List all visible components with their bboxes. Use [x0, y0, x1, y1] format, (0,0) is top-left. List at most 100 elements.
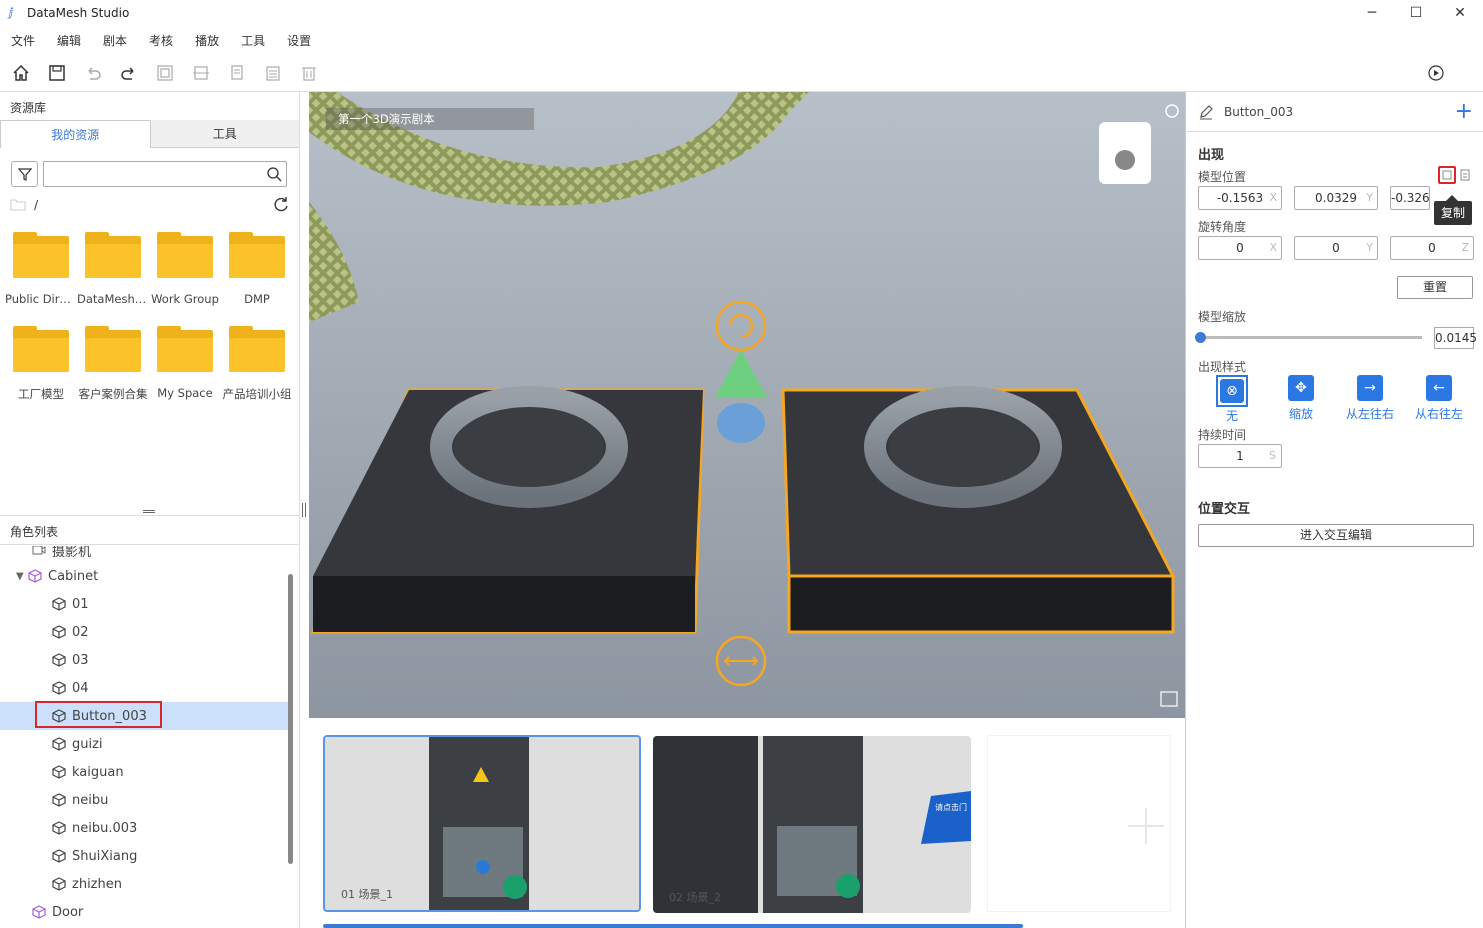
save-icon[interactable]: [46, 62, 68, 84]
group-icon[interactable]: [154, 62, 176, 84]
menu-tools[interactable]: 工具: [230, 32, 276, 49]
tab-tools[interactable]: 工具: [150, 120, 299, 148]
scene-preview-image: [653, 736, 971, 913]
tree-item-04[interactable]: 04: [0, 674, 289, 702]
home-icon[interactable]: [10, 62, 32, 84]
copy-icon[interactable]: [1438, 166, 1456, 184]
tab-my-resources[interactable]: 我的资源: [0, 120, 151, 148]
menu-play[interactable]: 播放: [184, 32, 230, 49]
position-z-field[interactable]: -0.326: [1390, 186, 1430, 210]
app-title: DataMesh Studio: [27, 6, 130, 20]
tree-item-03[interactable]: 03: [0, 646, 289, 674]
folder-item[interactable]: 产品培训小组: [221, 326, 293, 410]
appear-style-label: 出现样式: [1198, 360, 1247, 374]
paste-icon[interactable]: [1456, 166, 1474, 184]
app-logo-icon: ⅉ: [9, 6, 13, 19]
folder-item[interactable]: 客户案例合集: [77, 326, 149, 410]
search-icon[interactable]: [266, 166, 282, 182]
close-button[interactable]: ✕: [1437, 0, 1483, 26]
cube-icon: [52, 765, 66, 779]
rotation-y-value: 0: [1332, 241, 1340, 255]
scene-thumbnail-2[interactable]: 请点击门 02 场景_2: [653, 736, 971, 913]
scene-thumbnail-1[interactable]: 01 场景_1: [323, 735, 641, 912]
style-option-scale[interactable]: ✥ 缩放: [1275, 375, 1327, 422]
folder-item[interactable]: Public Dire···: [5, 232, 77, 316]
add-scene-button[interactable]: [987, 735, 1171, 912]
enter-interaction-edit-button[interactable]: 进入交互编辑: [1198, 524, 1474, 547]
folder-item[interactable]: DataMesh ···: [77, 232, 149, 316]
duration-field[interactable]: 1S: [1198, 444, 1282, 468]
properties-header: Button_003 +: [1186, 92, 1483, 132]
undo-icon[interactable]: [82, 62, 104, 84]
title-bar: ⅉ DataMesh Studio ─ ☐ ✕: [0, 0, 1483, 26]
menu-edit[interactable]: 编辑: [46, 32, 92, 49]
tree-item-02[interactable]: 02: [0, 618, 289, 646]
scale-slider-handle[interactable]: [1195, 332, 1206, 343]
tree-item-door[interactable]: Door: [0, 898, 289, 926]
tree-scrollbar[interactable]: [288, 574, 293, 864]
menu-exam[interactable]: 考核: [138, 32, 184, 49]
position-y-field[interactable]: 0.0329 Y: [1294, 186, 1378, 210]
folder-icon: [229, 326, 285, 372]
scene-strip-scrollbar[interactable]: [323, 924, 1023, 928]
role-list-title: 角色列表: [10, 525, 59, 539]
menu-settings[interactable]: 设置: [276, 32, 322, 49]
scene-panel-text: 请点击门: [935, 803, 967, 812]
3d-viewport[interactable]: 第一个3D演示剧本: [309, 92, 1185, 718]
target-icon[interactable]: [1165, 104, 1179, 118]
reset-button[interactable]: 重置: [1397, 276, 1473, 299]
tree-item-guizi[interactable]: guizi: [0, 730, 289, 758]
copy-icon[interactable]: [226, 62, 248, 84]
rotation-x-field[interactable]: 0X: [1198, 236, 1282, 260]
tree-item-neibu[interactable]: neibu: [0, 786, 289, 814]
list-icon[interactable]: [1159, 690, 1179, 708]
tree-item-kaiguan[interactable]: kaiguan: [0, 758, 289, 786]
scale-slider[interactable]: [1198, 336, 1422, 339]
folder-item[interactable]: My Space: [149, 326, 221, 410]
tree-item-cabinet[interactable]: ▼ Cabinet: [0, 562, 289, 590]
search-input[interactable]: [48, 163, 258, 185]
duration-unit: S: [1269, 449, 1276, 462]
folder-item[interactable]: Work Group: [149, 232, 221, 316]
duration-value: 1: [1236, 449, 1244, 463]
orientation-gizmo-icon[interactable]: [1099, 122, 1151, 184]
tree-item-neibu-003[interactable]: neibu.003: [0, 814, 289, 842]
style-option-right-to-left[interactable]: ← 从右往左: [1413, 375, 1465, 422]
play-icon[interactable]: [1425, 62, 1447, 84]
selected-ring: ⊗: [1216, 375, 1248, 407]
vertical-splitter[interactable]: [302, 503, 306, 517]
scale-value-field[interactable]: 0.0145: [1434, 327, 1477, 349]
scale-icon: ✥: [1288, 375, 1314, 401]
chevron-down-icon[interactable]: ▼: [16, 571, 28, 582]
redo-icon[interactable]: [118, 62, 140, 84]
tree-item-shuixiang[interactable]: ShuiXiang: [0, 842, 289, 870]
panel-splitter[interactable]: [143, 510, 155, 513]
delete-icon[interactable]: [298, 62, 320, 84]
edit-icon[interactable]: [1198, 104, 1214, 120]
minimize-button[interactable]: ─: [1349, 0, 1395, 26]
rotation-y-field[interactable]: 0Y: [1294, 236, 1378, 260]
position-x-field[interactable]: -0.1563 X: [1198, 186, 1282, 210]
menu-file[interactable]: 文件: [0, 32, 46, 49]
style-option-left-to-right[interactable]: → 从左往右: [1344, 375, 1396, 422]
folder-item[interactable]: 工厂模型: [5, 326, 77, 410]
style-option-label: 从左往右: [1345, 407, 1394, 421]
tree-item-label: guizi: [72, 736, 103, 752]
cube-icon: [52, 793, 66, 807]
style-option-none[interactable]: ⊗ 无: [1206, 375, 1258, 424]
tree-item-label: 04: [72, 680, 89, 696]
menu-script[interactable]: 剧本: [92, 32, 138, 49]
folder-item[interactable]: DMP: [221, 232, 293, 316]
refresh-icon[interactable]: [272, 196, 290, 214]
paste-icon[interactable]: [262, 62, 284, 84]
filter-button[interactable]: [11, 161, 38, 187]
align-icon[interactable]: [190, 62, 212, 84]
rotation-z-field[interactable]: 0Z: [1390, 236, 1474, 260]
folder-icon: [85, 326, 141, 372]
tree-item-01[interactable]: 01: [0, 590, 289, 618]
add-icon[interactable]: +: [1455, 101, 1473, 123]
maximize-button[interactable]: ☐: [1393, 0, 1439, 26]
object-name[interactable]: Button_003: [1224, 105, 1293, 119]
tree-item-zhizhen[interactable]: zhizhen: [0, 870, 289, 898]
folder-label: 产品培训小组: [222, 387, 292, 401]
